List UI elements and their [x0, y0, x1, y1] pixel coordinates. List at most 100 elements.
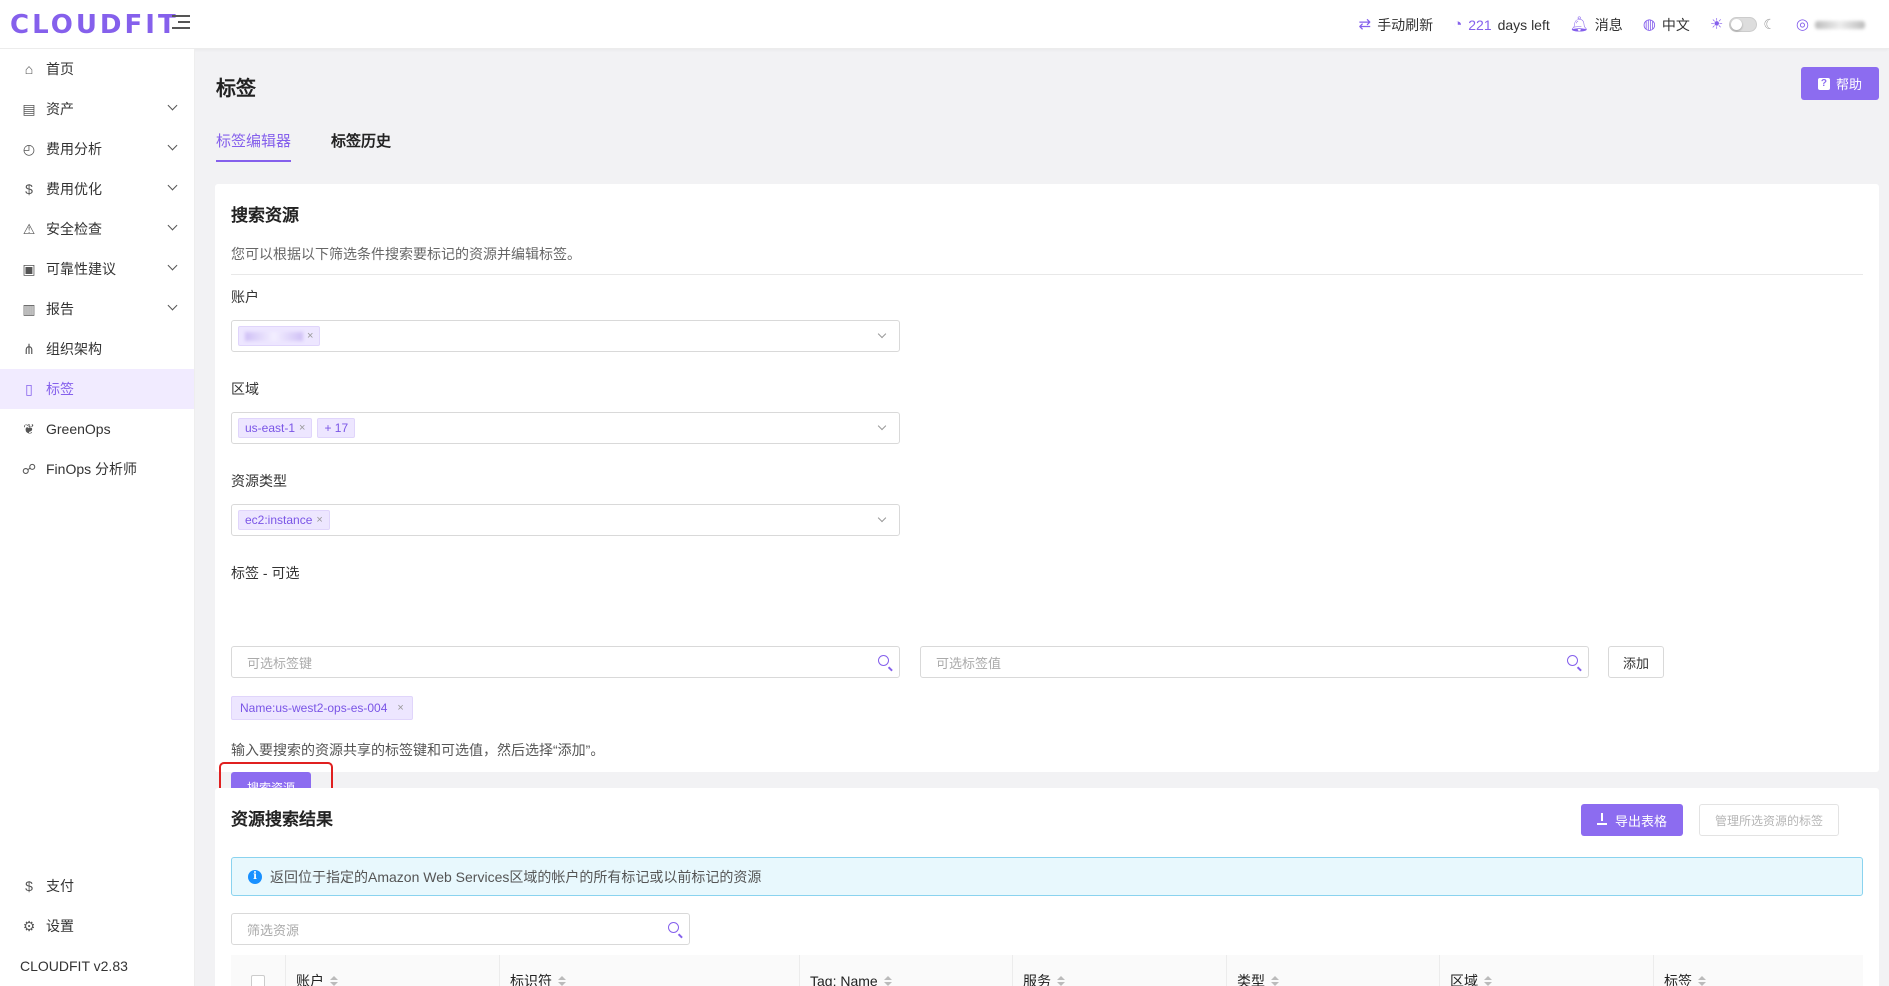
sort-icon[interactable] [1271, 976, 1279, 986]
sort-icon[interactable] [883, 976, 892, 986]
results-card-title: 资源搜索结果 [231, 810, 333, 829]
top-bar: CLOUDFIT ⇄ 手动刷新 ◔ 221 days left 🔔︎ 消息 ◍ … [0, 0, 1889, 49]
resource-type-chip[interactable]: ec2:instance × [238, 510, 330, 530]
export-table-button[interactable]: 导出表格 [1581, 804, 1683, 836]
tab-tag-history[interactable]: 标签历史 [331, 130, 391, 162]
account-name-redacted [245, 331, 303, 341]
user-name-redacted [1815, 20, 1865, 29]
filter-resources-input[interactable]: 筛选资源 [231, 913, 690, 945]
sort-icon[interactable] [330, 976, 338, 986]
top-right-actions: ⇄ 手动刷新 ◔ 221 days left 🔔︎ 消息 ◍ 中文 ☀ ☾ ◎ [1359, 0, 1865, 49]
resource-type-select[interactable]: ec2:instance × [231, 504, 900, 536]
sidebar-bottom: $ 支付 ⚙ 设置 CLOUDFIT v2.83 [0, 866, 194, 986]
chevron-down-icon [167, 140, 178, 151]
help-button[interactable]: ? 帮助 [1801, 67, 1879, 100]
sidebar-item-assets[interactable]: ▤ 资产 [0, 89, 194, 129]
account-label: 账户 [231, 289, 259, 305]
close-icon[interactable]: × [299, 422, 305, 434]
report-icon: ▥ [22, 300, 36, 317]
tag-key-input[interactable]: 可选标签键 [231, 646, 900, 678]
region-more-chip[interactable]: + 17 [317, 418, 356, 438]
user-icon: ◎ [1795, 16, 1809, 33]
version-label: CLOUDFIT v2.83 [20, 958, 128, 974]
sidebar-item-settings[interactable]: ⚙ 设置 [0, 906, 194, 946]
account-chip[interactable]: × [238, 326, 321, 346]
info-alert: i 返回位于指定的Amazon Web Services区域的帐户的所有标记或以… [231, 857, 1863, 896]
sidebar-item-cost-optimization[interactable]: $ 费用优化 [0, 169, 194, 209]
sort-icon[interactable] [1057, 976, 1065, 986]
selected-tag-chip[interactable]: Name:us-west2-ops-es-004 × [231, 696, 413, 720]
chevron-down-icon [877, 421, 887, 431]
column-divider [799, 955, 800, 986]
chevron-down-icon [167, 300, 178, 311]
table-header: 账户 标识符 Tag: Name 服务 类型 区域 标签 [231, 955, 1863, 986]
globe-icon: ◍ [1642, 16, 1656, 33]
menu-toggle-icon[interactable] [172, 15, 190, 31]
column-header-tags[interactable]: 标签 [1664, 972, 1706, 986]
region-chip[interactable]: us-east-1 × [238, 418, 313, 438]
sidebar-item-security[interactable]: ⚠ 安全检查 [0, 209, 194, 249]
column-divider [1226, 955, 1227, 986]
license-days: ◔ 221 days left [1453, 17, 1550, 33]
sort-icon[interactable] [558, 976, 566, 986]
refresh-button[interactable]: ⇄ 手动刷新 [1359, 15, 1434, 35]
close-icon[interactable]: × [397, 702, 403, 714]
sidebar-item-payment[interactable]: $ 支付 [0, 866, 194, 906]
payment-icon: $ [25, 878, 33, 894]
days-number: 221 [1468, 16, 1492, 33]
column-header-service[interactable]: 服务 [1023, 972, 1065, 986]
clock-icon: ◔ [1453, 16, 1463, 33]
logo[interactable]: CLOUDFIT [10, 10, 179, 40]
tab-tag-editor[interactable]: 标签编辑器 [216, 130, 292, 162]
close-icon[interactable]: × [316, 514, 322, 526]
dashboard-icon: ◴ [22, 140, 36, 157]
column-header-account[interactable]: 账户 [296, 972, 338, 986]
help-icon: ? [1817, 77, 1830, 90]
sort-icon[interactable] [1484, 976, 1492, 986]
search-icon [668, 922, 679, 933]
sidebar-item-cost-analysis[interactable]: ◴ 费用分析 [0, 129, 194, 169]
close-icon[interactable]: × [307, 330, 313, 342]
search-card-description: 您可以根据以下筛选条件搜索要标记的资源并编辑标签。 [231, 246, 581, 262]
main-content: 标签 ? 帮助 标签编辑器 标签历史 搜索资源 您可以根据以下筛选条件搜索要标记… [195, 49, 1889, 986]
column-divider [499, 955, 500, 986]
sidebar-item-home[interactable]: ⌂ 首页 [0, 49, 194, 89]
home-icon: ⌂ [24, 61, 34, 77]
region-select[interactable]: us-east-1 × + 17 [231, 412, 900, 444]
theme-toggle[interactable] [1729, 17, 1758, 32]
column-header-tag-name[interactable]: Tag: Name [810, 972, 892, 986]
settings-icon: ⚙ [22, 917, 36, 934]
sidebar-item-reports[interactable]: ▥ 报告 [0, 289, 194, 329]
page-title: 标签 [216, 78, 256, 100]
chevron-down-icon [167, 180, 178, 191]
sidebar-item-org[interactable]: ⋔ 组织架构 [0, 329, 194, 369]
sidebar-item-tags[interactable]: ▯ 标签 [0, 369, 194, 409]
chevron-down-icon [877, 513, 887, 523]
search-resources-card: 搜索资源 您可以根据以下筛选条件搜索要标记的资源并编辑标签。 账户 × 区域 u… [215, 184, 1879, 813]
column-header-region[interactable]: 区域 [1450, 972, 1492, 986]
sidebar-item-greenops[interactable]: ❦ GreenOps [0, 409, 194, 449]
column-divider [1012, 955, 1013, 986]
sort-icon[interactable] [1698, 976, 1706, 986]
messages-button[interactable]: 🔔︎ 消息 [1570, 15, 1623, 35]
theme-switch[interactable]: ☀ ☾ [1710, 16, 1776, 33]
search-results-card: 资源搜索结果 导出表格 管理所选资源的标签 i 返回位于指定的Amazon We… [215, 788, 1879, 986]
account-select[interactable]: × [231, 320, 900, 352]
manage-tags-button[interactable]: 管理所选资源的标签 [1699, 804, 1839, 836]
column-header-type[interactable]: 类型 [1237, 972, 1279, 986]
sidebar: ⌂ 首页 ▤ 资产 ◴ 费用分析 $ 费用优化 ⚠ 安全检查 ▣ 可靠性建议 ▥… [0, 49, 195, 986]
sidebar-item-finops-analyst[interactable]: ☍ FinOps 分析师 [0, 449, 194, 489]
sun-icon: ☀ [1709, 16, 1724, 33]
tag-value-input[interactable]: 可选标签值 [920, 646, 1589, 678]
column-header-identifier[interactable]: 标识符 [510, 972, 566, 986]
language-switch[interactable]: ◍ 中文 [1643, 15, 1690, 35]
moon-icon: ☾ [1763, 16, 1776, 32]
add-tag-button[interactable]: 添加 [1608, 646, 1664, 678]
tag-icon: ▯ [25, 380, 33, 397]
sidebar-item-reliability[interactable]: ▣ 可靠性建议 [0, 249, 194, 289]
chevron-down-icon [167, 260, 178, 271]
chevron-down-icon [167, 100, 178, 111]
user-menu[interactable]: ◎ [1796, 17, 1865, 32]
column-divider [285, 955, 286, 986]
select-all-checkbox[interactable] [251, 975, 265, 986]
